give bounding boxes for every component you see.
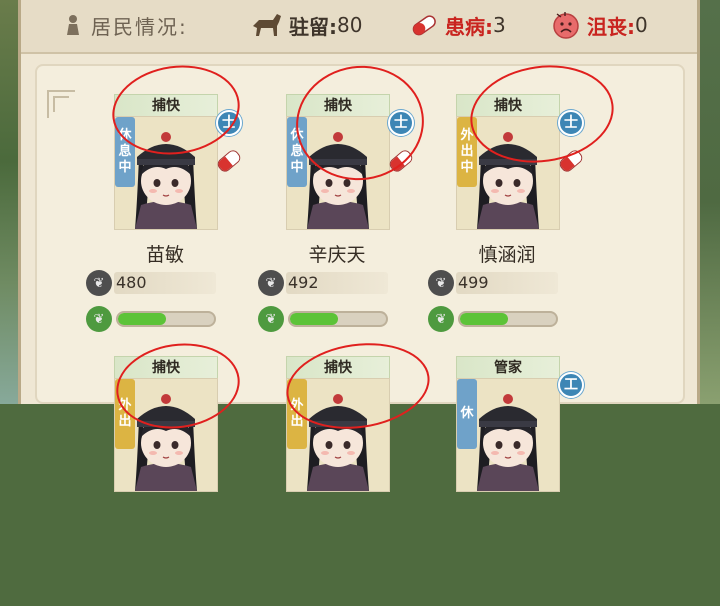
resident-name: 苗敏: [145, 244, 184, 266]
horse-icon: [249, 12, 285, 38]
resident-card[interactable]: 捕快休息中士辛庆天 ❦ 492 ❦: [256, 94, 416, 344]
depressed-label: 沮丧:: [587, 14, 635, 39]
status-header: 居民情况: 驻留: 80 患病: 3 沮丧: 0: [21, 0, 697, 54]
resident-name: 辛庆天: [308, 244, 366, 266]
residents-title: 居民情况:: [91, 14, 188, 39]
health-bar-fill: [118, 313, 166, 325]
health-bar: [458, 311, 558, 327]
depressed-value: 0: [635, 13, 648, 37]
health-bar: [116, 311, 216, 327]
health-icon: ❦: [86, 306, 112, 332]
resident-status-tag: 休: [457, 379, 477, 449]
resident-value: 492: [286, 272, 388, 294]
sad-face-icon: [551, 10, 581, 40]
resident-health-row: ❦: [428, 306, 558, 332]
resident-avatar[interactable]: 外出: [114, 378, 218, 492]
resident-job-label: 管家: [456, 356, 560, 380]
resident-avatar[interactable]: 休息中: [286, 116, 390, 230]
sick-pill-icon: [215, 147, 243, 175]
resident-value-row: ❦ 499: [428, 270, 558, 296]
garrison-value: 80: [337, 13, 363, 37]
depressed-stat: 沮丧: 0: [551, 10, 648, 40]
rank-badge: 士: [558, 110, 584, 136]
frame-corner-decoration-inner: [53, 96, 69, 112]
value-icon: ❦: [258, 270, 284, 296]
resident-avatar[interactable]: 外出: [286, 378, 390, 492]
rank-badge: 士: [388, 110, 414, 136]
sick-pill-icon: [557, 147, 585, 175]
resident-health-row: ❦: [86, 306, 216, 332]
resident-value-row: ❦ 480: [86, 270, 216, 296]
pill-icon: [409, 12, 439, 38]
resident-status-tag: 外出: [287, 379, 307, 449]
resident-card[interactable]: 管家休 工: [426, 356, 586, 606]
sick-label: 患病:: [445, 14, 493, 39]
resident-job-label: 捕快: [114, 356, 218, 380]
resident-job-label: 捕快: [286, 94, 390, 118]
health-icon: ❦: [428, 306, 454, 332]
resident-card[interactable]: 捕快外出中士慎涵润 ❦ 499 ❦: [426, 94, 586, 344]
value-icon: ❦: [86, 270, 112, 296]
resident-value: 480: [114, 272, 216, 294]
garrison-stat: 驻留: 80: [249, 10, 362, 40]
resident-card[interactable]: 捕快休息中士苗敏 ❦ 480 ❦: [84, 94, 244, 344]
resident-avatar[interactable]: 休: [456, 378, 560, 492]
person-icon: [65, 14, 81, 36]
resident-avatar[interactable]: 外出中: [456, 116, 560, 230]
resident-health-row: ❦: [258, 306, 388, 332]
resident-job-label: 捕快: [286, 356, 390, 380]
sick-pill-icon: [387, 147, 415, 175]
resident-job-label: 捕快: [114, 94, 218, 118]
resident-status-tag: 外出中: [457, 117, 477, 187]
resident-value-row: ❦ 492: [258, 270, 388, 296]
health-bar: [288, 311, 388, 327]
resident-status-tag: 外出: [115, 379, 135, 449]
title-group: 居民情况:: [65, 10, 188, 40]
resident-card[interactable]: 捕快外出: [84, 356, 244, 606]
garrison-label: 驻留:: [289, 14, 337, 39]
resident-job-label: 捕快: [456, 94, 560, 118]
rank-badge: 工: [558, 372, 584, 398]
sick-value: 3: [493, 13, 506, 37]
resident-card[interactable]: 捕快外出: [256, 356, 416, 606]
resident-status-tag: 休息中: [115, 117, 135, 187]
rank-badge: 士: [216, 110, 242, 136]
resident-value: 499: [456, 272, 558, 294]
health-icon: ❦: [258, 306, 284, 332]
sick-stat: 患病: 3: [409, 10, 506, 40]
health-bar-fill: [290, 313, 338, 325]
resident-name: 慎涵润: [478, 244, 536, 266]
health-bar-fill: [460, 313, 508, 325]
resident-status-tag: 休息中: [287, 117, 307, 187]
resident-avatar[interactable]: 休息中: [114, 116, 218, 230]
value-icon: ❦: [428, 270, 454, 296]
